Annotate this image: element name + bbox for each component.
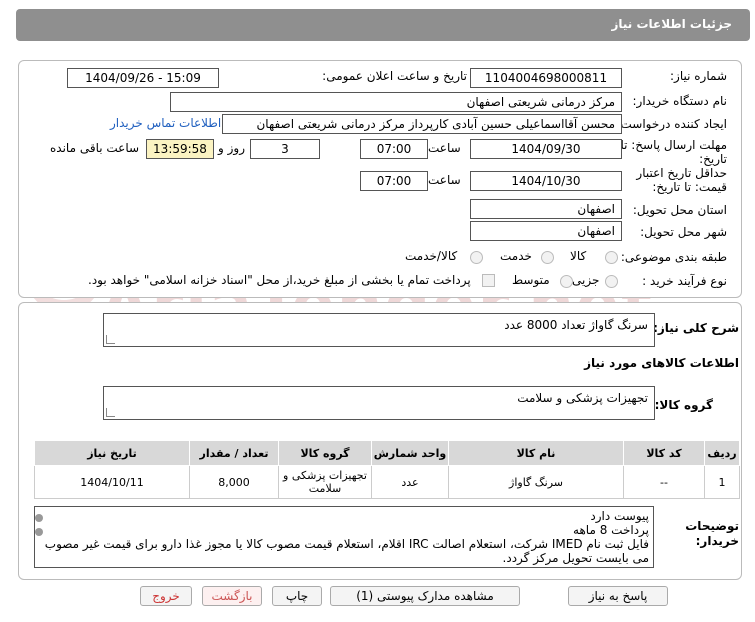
deadline-time-field: 07:00 (360, 139, 428, 159)
category-radio-service[interactable] (541, 251, 554, 264)
summary-textarea: سرنگ گاواژ تعداد 8000 عدد (103, 313, 655, 347)
need-number-field: 1104004698000811 (470, 68, 622, 88)
city-label: شهر محل تحویل: (640, 225, 727, 239)
scroll-dot-icon (35, 514, 43, 522)
treasury-checkbox[interactable] (482, 274, 495, 287)
header-bar: جزئیات اطلاعات نیاز (16, 9, 750, 41)
page-title: جزئیات اطلاعات نیاز (611, 17, 732, 31)
resize-grip-icon (106, 335, 115, 344)
col-need-date: تاریخ نیاز (34, 440, 190, 466)
cell-quantity: 8,000 (189, 465, 279, 499)
col-item-code: کد کالا (623, 440, 705, 466)
summary-text: سرنگ گاواژ تعداد 8000 عدد (504, 318, 648, 332)
validity-label-line2: قیمت: تا تاریخ: (652, 180, 727, 194)
treasury-payment-note: پرداخت تمام یا بخشی از مبلغ خرید،از محل … (88, 273, 471, 287)
category-radio-goods-service[interactable] (470, 251, 483, 264)
deadline-time-label: ساعت (428, 141, 461, 155)
days-remaining-field: 3 (250, 139, 320, 159)
cell-unit: عدد (371, 465, 449, 499)
cell-item-name: سرنگ گاواژ (448, 465, 624, 499)
remaining-time-label: ساعت باقی مانده (50, 141, 140, 155)
remaining-time-field: 13:59:58 (146, 139, 214, 159)
announce-date-field: 1404/09/26 - 15:09 (67, 68, 219, 88)
process-option-medium: متوسط (512, 273, 550, 287)
buyer-notes-label-line2: خریدار: (695, 534, 739, 548)
category-label: طبقه بندی موضوعی: (620, 250, 727, 264)
requester-label: ایجاد کننده درخواست: (616, 117, 727, 131)
buyer-org-field: مرکز درمانی شریعتی اصفهان (170, 92, 622, 112)
col-row-number: ردیف (704, 440, 740, 466)
notes-line: پیوست دارد (590, 509, 649, 523)
category-option-goods-service: کالا/خدمت (405, 249, 458, 263)
validity-label-line1: حداقل تاریخ اعتبار (636, 166, 727, 180)
buyer-contact-link[interactable]: اطلاعات تماس خریدار (110, 116, 221, 130)
announce-date-label: تاریخ و ساعت اعلان عمومی: (322, 69, 467, 83)
buyer-notes-textarea: پیوست دارد پرداخت 8 ماهه فایل ثبت نام IM… (34, 506, 654, 568)
province-field: اصفهان (470, 199, 622, 219)
goods-info-title: اطلاعات کالاهای مورد نیاز (584, 356, 739, 370)
scroll-dot-icon (35, 528, 43, 536)
summary-label: شرح کلی نیاز: (653, 321, 739, 335)
process-radio-minor[interactable] (605, 275, 618, 288)
cell-item-code: -- (623, 465, 705, 499)
province-label: استان محل تحویل: (632, 203, 727, 217)
col-quantity: تعداد / مقدار (189, 440, 279, 466)
print-button[interactable]: چاپ (272, 586, 322, 606)
reply-button[interactable]: پاسخ به نیاز (568, 586, 668, 606)
deadline-date-field: 1404/09/30 (470, 139, 622, 159)
back-button[interactable]: بازگشت (202, 586, 262, 606)
page-header: جزئیات اطلاعات نیاز (0, 0, 755, 46)
goods-group-label: گروه کالا: (654, 398, 713, 412)
goods-group-text: تجهیزات پزشکی و سلامت (517, 391, 648, 405)
goods-group-textarea: تجهیزات پزشکی و سلامت (103, 386, 655, 420)
col-item-name: نام کالا (448, 440, 624, 466)
notes-line: پرداخت 8 ماهه (573, 523, 649, 537)
days-label: روز و (218, 141, 245, 155)
validity-time-field: 07:00 (360, 171, 428, 191)
buyer-org-label: نام دستگاه خریدار: (632, 94, 728, 108)
process-radio-medium[interactable] (560, 275, 573, 288)
table-row: 1 -- سرنگ گاواژ عدد تجهیزات پزشکی و سلام… (34, 465, 740, 499)
cell-need-date: 1404/10/11 (34, 465, 190, 499)
col-item-group: گروه کالا (278, 440, 372, 466)
requester-field: محسن آقااسماعیلی حسین آبادی کارپرداز مرک… (222, 114, 622, 134)
validity-time-label: ساعت (428, 173, 461, 187)
deadline-label-line2: تاریخ: (699, 152, 727, 166)
goods-table-header: ردیف کد کالا نام کالا واحد شمارش گروه کا… (34, 440, 740, 466)
cell-row-number: 1 (704, 465, 740, 499)
view-attachments-button[interactable]: مشاهده مدارک پیوستی (1) (330, 586, 520, 606)
city-field: اصفهان (470, 221, 622, 241)
need-number-label: شماره نیاز: (670, 69, 727, 83)
category-radio-goods[interactable] (605, 251, 618, 264)
notes-scrollbar[interactable] (34, 508, 44, 566)
goods-table: ردیف کد کالا نام کالا واحد شمارش گروه کا… (34, 440, 740, 499)
deadline-label-line1: مهلت ارسال پاسخ: تا (620, 138, 727, 152)
exit-button[interactable]: خروج (140, 586, 192, 606)
resize-grip-icon (106, 408, 115, 417)
category-option-goods: کالا (570, 249, 587, 263)
category-option-service: خدمت (500, 249, 532, 263)
process-option-minor: جزیی (572, 273, 600, 287)
notes-line: فایل ثبت نام IMED شرکت، استعلام اصالت IR… (44, 537, 649, 551)
buyer-notes-label-line1: توضیحات (685, 519, 739, 533)
cell-item-group: تجهیزات پزشکی و سلامت (278, 465, 372, 499)
process-type-label: نوع فرآیند خرید : (642, 274, 727, 288)
validity-date-field: 1404/10/30 (470, 171, 622, 191)
notes-line: می بایست تحویل مرکز گردد. (502, 551, 649, 565)
col-unit: واحد شمارش (371, 440, 449, 466)
